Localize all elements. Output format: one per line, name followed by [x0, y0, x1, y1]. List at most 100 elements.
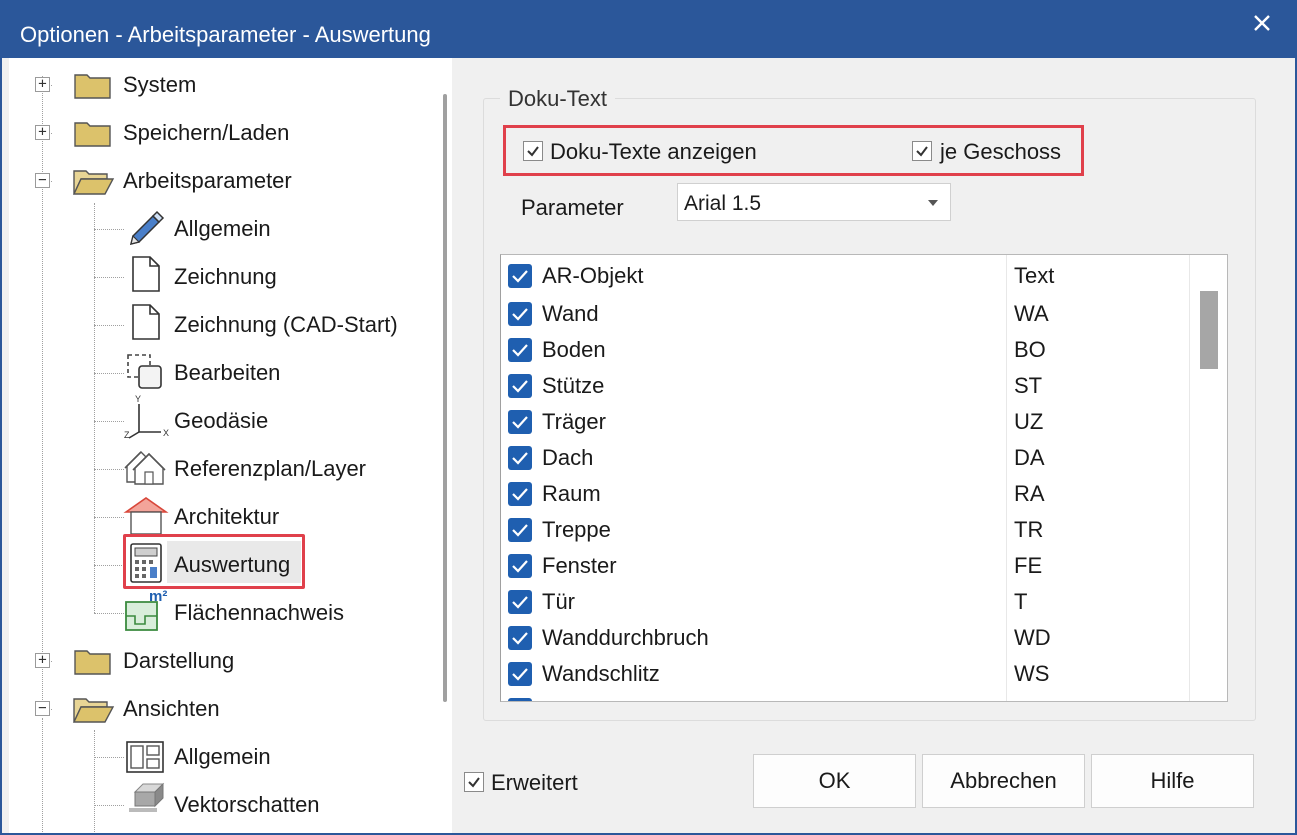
checkmark-icon	[512, 596, 528, 609]
row-checkbox[interactable]	[508, 590, 532, 614]
row-object-name: Boden	[542, 337, 606, 362]
folder-closed-icon	[74, 122, 111, 147]
checkmark-icon	[512, 632, 528, 645]
house-icon	[123, 497, 169, 535]
edit-selection-icon	[127, 354, 162, 389]
checkmark-icon	[512, 524, 528, 537]
ok-button[interactable]: OK	[753, 754, 916, 808]
tree-item-label: Architektur	[174, 504, 280, 529]
table-row[interactable]: Träger UZ	[501, 404, 1189, 440]
folder-open-icon	[72, 698, 115, 723]
row-text-code: BO	[1014, 337, 1046, 362]
axis-label-z: Z	[124, 430, 130, 440]
checkmark-icon	[512, 270, 528, 283]
parameter-label: Parameter	[521, 195, 624, 220]
window-title: Optionen - Arbeitsparameter - Auswertung	[20, 22, 431, 47]
row-text-code: WD	[1014, 625, 1051, 650]
column-header-text: Text	[1014, 263, 1055, 288]
close-button[interactable]	[1227, 0, 1297, 46]
row-object-name: Stütze	[542, 373, 605, 398]
tree-item-label: Ansichten	[123, 696, 220, 721]
row-checkbox[interactable]	[508, 374, 532, 398]
row-checkbox[interactable]	[508, 482, 532, 506]
table-row[interactable]: Boden BO	[501, 332, 1189, 368]
tree-item-label: Allgemein	[174, 744, 271, 769]
row-checkbox[interactable]	[508, 518, 532, 542]
row-checkbox[interactable]	[508, 338, 532, 362]
table-row[interactable]: Raum RA	[501, 476, 1189, 512]
table-row[interactable]: Treppe TR	[501, 512, 1189, 548]
checkbox-box[interactable]	[464, 772, 484, 792]
tree-item-label: Geodäsie	[174, 408, 269, 433]
table-row[interactable]: Dach DA	[501, 440, 1189, 476]
checkmark-icon	[512, 452, 528, 465]
collapse-toggle-ansichten[interactable]: −	[35, 701, 50, 716]
column-header-object: AR-Objekt	[542, 263, 644, 288]
area-m2-icon: m²	[123, 586, 171, 632]
checkbox-label: je Geschoss	[940, 139, 1062, 164]
checkmark-icon	[512, 668, 528, 681]
parameter-dropdown[interactable]: Arial 1.5	[677, 183, 951, 221]
xyz-axes-icon: Y Z X	[123, 394, 169, 442]
row-object-name: Wanddurchbruch	[542, 625, 709, 650]
row-object-name: Wandschlitz	[542, 661, 660, 686]
tree-item-label: Zeichnung	[174, 264, 277, 289]
row-text-code: WA	[1014, 301, 1049, 326]
row-object-name: Treppe	[542, 517, 611, 542]
row-checkbox[interactable]	[508, 410, 532, 434]
row-checkbox[interactable]	[508, 446, 532, 470]
checkmark-icon	[512, 488, 528, 501]
tree-item-label: Darstellung	[123, 648, 235, 673]
title-bar: Optionen - Arbeitsparameter - Auswertung	[0, 0, 1297, 58]
expand-toggle-speichern[interactable]: +	[35, 125, 50, 140]
parameter-value: Arial 1.5	[684, 192, 762, 215]
area-badge: m²	[149, 588, 168, 605]
checkbox-box[interactable]	[912, 141, 932, 161]
tree-item-label: Bearbeiten	[174, 360, 281, 385]
expand-toggle-darstellung[interactable]: +	[35, 653, 50, 668]
row-text-code: T	[1014, 589, 1028, 614]
select-all-checkbox[interactable]	[508, 264, 532, 288]
row-object-name: Raum	[542, 481, 601, 506]
chevron-down-icon	[928, 200, 938, 206]
folder-open-icon	[72, 170, 115, 195]
row-object-name: Dach	[542, 445, 594, 470]
tree-item-label: Arbeitsparameter	[123, 168, 292, 193]
row-checkbox[interactable]	[508, 554, 532, 578]
row-checkbox[interactable]	[508, 698, 532, 701]
row-text-code: FE	[1014, 553, 1043, 578]
tree-item-label: Speichern/Laden	[123, 120, 290, 145]
row-text-code: DA	[1014, 445, 1045, 470]
row-text-code: RA	[1014, 481, 1045, 506]
table-row[interactable]: Wand WA	[501, 296, 1189, 332]
folder-closed-icon	[74, 650, 111, 675]
table-row[interactable]: Tür T	[501, 584, 1189, 620]
row-checkbox[interactable]	[508, 626, 532, 650]
row-checkbox[interactable]	[508, 662, 532, 686]
pencil-icon	[129, 210, 165, 246]
row-object-name: Fenster	[542, 553, 617, 578]
expand-toggle-system[interactable]: +	[35, 77, 50, 92]
cancel-button[interactable]: Abbrechen	[922, 754, 1085, 808]
checkmark-icon	[527, 146, 539, 157]
dialog-body: + + − + − System Speichern/Laden Arbeits…	[2, 58, 1295, 833]
collapse-toggle-arbeitsparameter[interactable]: −	[35, 173, 50, 188]
vector-shadow-icon	[129, 782, 165, 812]
table-row[interactable]: Wandschlitz WS	[501, 656, 1189, 692]
list-scrollbar-thumb[interactable]	[1200, 291, 1218, 369]
help-button[interactable]: Hilfe	[1091, 754, 1254, 808]
checkbox-box[interactable]	[523, 141, 543, 161]
row-object-name: Tür	[542, 589, 575, 614]
table-row[interactable]: Wanddurchbruch WD	[501, 620, 1189, 656]
list-header-row[interactable]: AR-Objekt Text	[501, 258, 1189, 294]
tree-item-label: Flächennachweis	[174, 600, 344, 625]
checkmark-icon	[512, 344, 528, 357]
tree-scrollbar[interactable]	[443, 94, 447, 702]
table-row[interactable]: Stütze ST	[501, 368, 1189, 404]
house-layers-icon	[124, 451, 166, 485]
row-text-code: ST	[1014, 373, 1043, 398]
row-checkbox[interactable]	[508, 302, 532, 326]
table-row[interactable]: Fenster FE	[501, 548, 1189, 584]
tree-item-label: Referenzplan/Layer	[174, 456, 367, 481]
checkmark-icon	[512, 416, 528, 429]
